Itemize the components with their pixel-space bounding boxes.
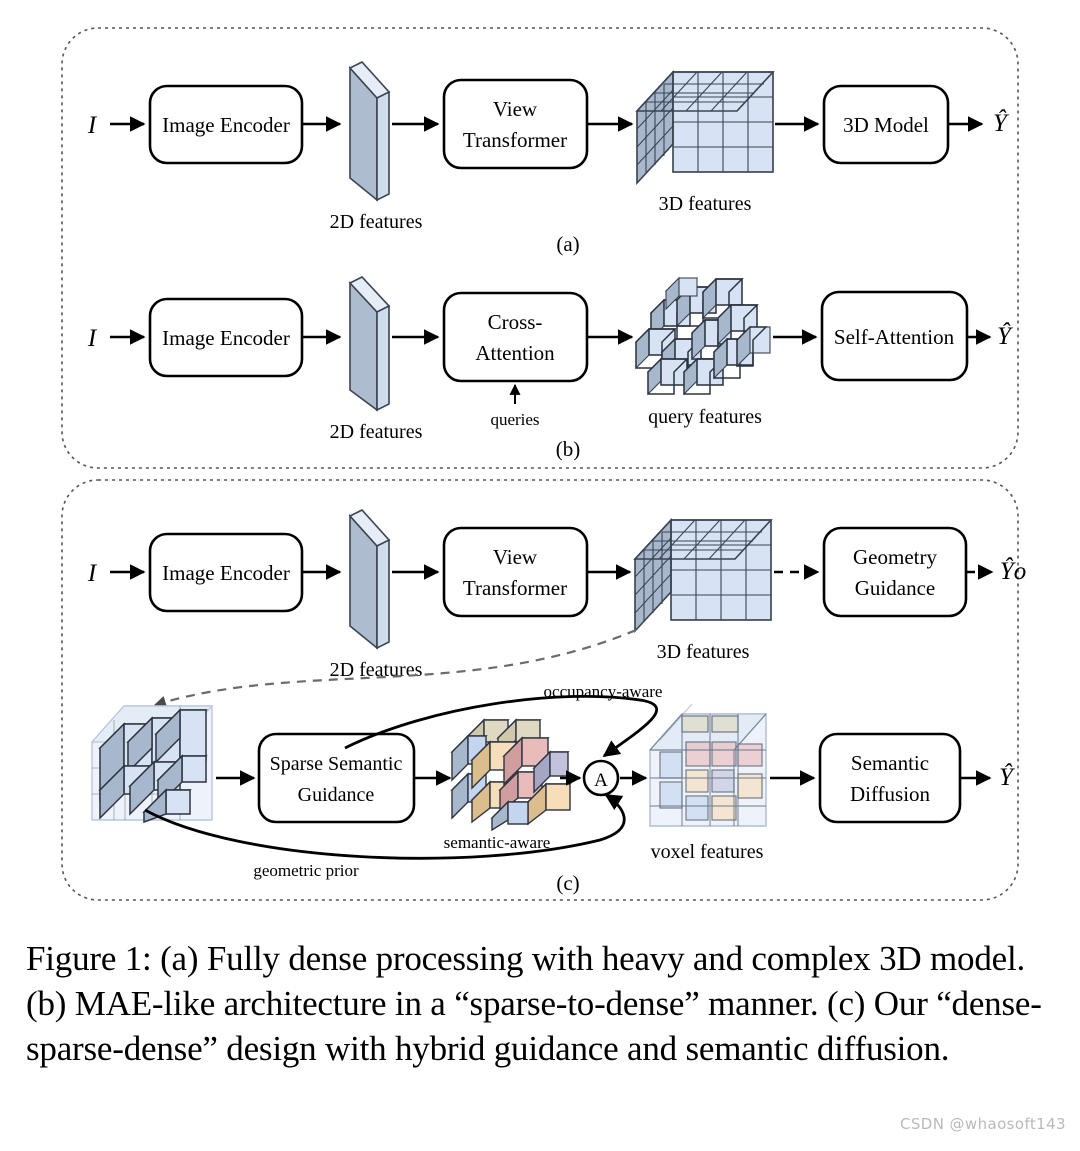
row-b-cross-attention-label-2: Attention [475,341,555,365]
row-c-view-transformer-box[interactable] [442,526,589,618]
row-a-input-symbol: I [87,112,98,139]
row-c-semantic-aware-cubes [450,718,572,832]
row-b-query-feature-cubes [634,276,771,396]
row-c-sparse-input-cube [90,705,214,824]
row-c-geometric-prior-label: geometric prior [253,861,359,880]
architecture-diagram-svg: I Image Encoder 2D features View Transfo… [61,27,1026,901]
row-a-image-encoder-label: Image Encoder [162,113,290,137]
row-c-sparse-semantic-guidance-label-1: Sparse Semantic [270,753,403,775]
row-c-2d-features-label: 2D features [330,659,423,681]
row-c-view-transformer-label-2: Transformer [463,576,567,600]
row-b-self-attention-label: Self-Attention [834,325,955,349]
row-c-voxel-features-label: voxel features [651,841,764,863]
row-b-cross-attention-label-1: Cross- [488,310,543,334]
row-b-cross-attention-box[interactable] [442,291,589,383]
row-c-merge-symbol: A [594,770,608,791]
row-a-view-transformer-box[interactable] [442,78,589,170]
row-c-semantic-aware-label: semantic-aware [444,833,551,852]
row-c-sparse-semantic-guidance-label-2: Guidance [298,784,375,806]
row-c-geometry-guidance-label-1: Geometry [853,545,937,569]
figure-caption: Figure 1: (a) Fully dense processing wit… [26,939,1042,1068]
panel-c-label: (c) [556,871,579,895]
row-c-sparse-semantic-guidance-box[interactable] [257,732,416,824]
row-c-occupancy-aware-label: occupancy-aware [544,682,663,701]
row-a-3d-model-label: 3D Model [843,113,929,137]
row-c-geometry-output-symbol: Ŷo [1000,557,1026,585]
row-a-3d-features-label: 3D features [659,193,752,215]
figure-diagram: I Image Encoder 2D features View Transfo… [0,0,1080,910]
row-b-image-encoder-label: Image Encoder [162,326,290,350]
row-a-3d-feature-cube [635,69,775,186]
row-c-geometry-guidance-box[interactable] [822,526,968,618]
row-c-semantic-diffusion-label-2: Diffusion [850,782,931,806]
csdn-watermark: CSDN @whaosoft143 [900,1115,1066,1133]
row-c-view-transformer-label-1: View [493,545,538,569]
row-a-output-symbol: Ŷ [993,109,1010,137]
panel-a-label: (a) [556,232,579,256]
row-a-view-transformer-label-1: View [493,97,538,121]
row-a-2d-features-label: 2D features [330,211,423,233]
row-a-view-transformer-label-2: Transformer [463,128,567,152]
row-b-input-symbol: I [87,325,98,352]
row-a-2d-feature-plane [348,61,391,202]
row-c-semantic-diffusion-label-1: Semantic [851,751,929,775]
row-b-2d-feature-plane [348,276,391,412]
row-b-query-features-label: query features [648,406,762,428]
row-b-2d-features-label: 2D features [330,421,423,443]
row-c-voxel-features-cube [648,703,768,827]
panel-b-label: (b) [556,437,581,461]
row-c-final-output-symbol: Ŷ [999,763,1016,791]
row-c-semantic-diffusion-box[interactable] [818,732,962,824]
row-c-2d-feature-plane [348,509,391,650]
row-b-output-symbol: Ŷ [997,322,1014,350]
row-c-3d-feature-cube [633,517,773,634]
row-c-image-encoder-label: Image Encoder [162,561,290,585]
row-c-geometry-guidance-label-2: Guidance [855,576,935,600]
row-b-queries-label: queries [490,410,539,429]
row-c-3d-features-label: 3D features [657,641,750,663]
row-c-input-symbol: I [87,560,98,587]
